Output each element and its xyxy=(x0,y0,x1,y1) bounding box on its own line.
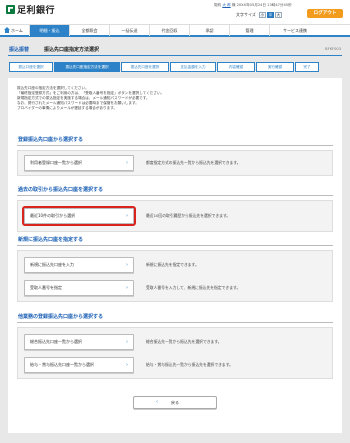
user-name: 大 郎 xyxy=(222,3,231,7)
chevron-right-icon: › xyxy=(126,339,128,345)
main-content: 振込先口座の指定方法を選択してください。 「最終指定登録方式」をご利用の方は、「… xyxy=(8,78,342,433)
last-login: 20XX年05月24日 13時47分45秒 xyxy=(236,3,292,7)
user-prefix: 契約 xyxy=(214,3,222,7)
option-row: 最近10件の取引から選択 › 最近10回の取引履歴から振込先を選択できます。 xyxy=(22,206,324,226)
section-other: 総合振込先口座一覧から選択 › 総合振込先一覧から振込先を選択できます。 給与・… xyxy=(17,327,333,379)
nav-item-home[interactable]: ホーム xyxy=(0,25,30,36)
recent-10-transactions-button[interactable]: 最近10件の取引から選択 › xyxy=(22,206,136,226)
title-divider xyxy=(8,55,342,56)
salary-bonus-list-button[interactable]: 給与・賞与振込先口座一覧から選択 › xyxy=(24,357,134,373)
step-5: 内容確認 xyxy=(217,62,255,72)
recent-10-transactions-label: 最近10件の取引から選択 xyxy=(30,213,76,218)
intro-text: 振込先口座の指定方法を選択してください。 「最終指定登録方式」をご利用の方は、「… xyxy=(17,86,327,111)
bank-logo: 足利銀行 xyxy=(6,3,55,16)
new-account-input-label: 新規に振込先口座を入力 xyxy=(30,262,74,267)
section-history: 最近10件の取引から選択 › 最近10回の取引履歴から振込先を選択できます。 xyxy=(17,200,333,232)
option-row: 受取人番号を指定 › 受取人番号を入力して、新規に振込先を指定できます。 xyxy=(24,280,324,296)
general-transfer-list-label: 総合振込先口座一覧から選択 xyxy=(30,339,82,344)
nav-item-inquiry[interactable]: 全都照会 xyxy=(70,25,110,36)
recent-10-transactions-desc: 最近10回の取引履歴から振込先を選択できます。 xyxy=(146,213,231,218)
chevron-right-icon: › xyxy=(126,285,128,291)
step-indicator: 振込口座を選択 振込先口座指定方法を選択 振込先口座を選択 支払金額を入力 内容… xyxy=(9,62,341,72)
recipient-number-label: 受取人番号を指定 xyxy=(30,285,62,290)
registered-accounts-button[interactable]: 利用者登録口座一覧から選択 › xyxy=(24,155,134,171)
salary-bonus-list-desc: 給与・賞与振込先一覧から振込先を選択できます。 xyxy=(146,362,233,367)
nav-item-home-label: ホーム xyxy=(11,28,23,33)
section-title-history: 過去の取引から振込先口座を選択する xyxy=(17,186,333,196)
font-size-switcher: 文字サイズ 小 中 大 xyxy=(236,12,282,18)
font-size-small-button[interactable]: 小 xyxy=(258,12,266,18)
font-size-large-button[interactable]: 大 xyxy=(274,12,282,18)
option-row: 給与・賞与振込先口座一覧から選択 › 給与・賞与振込先一覧から振込先を選択できま… xyxy=(24,357,324,373)
screen-id: BFKF003 xyxy=(325,47,341,51)
back-label: 戻る xyxy=(171,400,179,405)
new-account-input-desc: 新規に振込先を指定できます。 xyxy=(146,262,199,267)
chevron-right-icon: › xyxy=(126,160,128,166)
global-nav: ホーム 明細・振込 全都照会 一括伝送 代金回収 承認 管理 サービス連携 xyxy=(0,24,350,37)
logout-button[interactable]: ログアウト xyxy=(307,9,343,18)
section-registered: 利用者登録口座一覧から選択 › 都度指定方式の振込先一覧から振込先を選択できます… xyxy=(17,150,333,176)
step-3: 振込先口座を選択 xyxy=(121,62,169,72)
user-info: 契約 大 郎 様 20XX年05月24日 13時47分45秒 xyxy=(214,3,292,8)
option-row: 総合振込先口座一覧から選択 › 総合振込先一覧から振込先を選択できます。 xyxy=(24,334,324,350)
step-1: 振込口座を選択 xyxy=(9,62,53,72)
chevron-right-icon: › xyxy=(126,213,128,219)
salary-bonus-list-label: 給与・賞与振込先口座一覧から選択 xyxy=(30,362,94,367)
font-size-label: 文字サイズ xyxy=(236,12,256,17)
font-size-medium-button[interactable]: 中 xyxy=(266,12,274,18)
new-account-input-button[interactable]: 新規に振込先口座を入力 › xyxy=(24,257,134,273)
user-suffix: 様 xyxy=(231,3,236,7)
section-title-registered: 登録振込先口座から選択する xyxy=(17,136,333,146)
step-2: 振込先口座指定方法を選択 xyxy=(54,62,120,72)
general-transfer-list-button[interactable]: 総合振込先口座一覧から選択 › xyxy=(24,334,134,350)
section-title-other: 他業務の登録振込先口座から選択する xyxy=(17,313,333,323)
section-new: 新規に振込先口座を入力 › 新規に振込先を指定できます。 受取人番号を指定 › … xyxy=(17,250,333,302)
registered-accounts-label: 利用者登録口座一覧から選択 xyxy=(30,160,82,165)
page-title: 振込先口座指定方法選択 xyxy=(44,47,100,53)
intro-line-5: プロバイダーの事情によりメールが遅延する場合があります。 xyxy=(17,106,118,110)
header: 足利銀行 契約 大 郎 様 20XX年05月24日 13時47分45秒 文字サイ… xyxy=(0,0,350,24)
nav-item-bulk[interactable]: 一括伝送 xyxy=(110,25,150,36)
step-6: 実行確認 xyxy=(256,62,294,72)
nav-item-service[interactable]: サービス連携 xyxy=(270,25,320,36)
option-row: 利用者登録口座一覧から選択 › 都度指定方式の振込先一覧から振込先を選択できます… xyxy=(24,155,324,171)
chevron-right-icon: › xyxy=(126,262,128,268)
general-transfer-list-desc: 総合振込先一覧から振込先を選択できます。 xyxy=(146,339,222,344)
chevron-left-icon: ‹ xyxy=(156,399,158,405)
page-section: 振込振替 xyxy=(9,47,30,53)
home-icon xyxy=(4,27,10,33)
bank-logo-icon xyxy=(6,5,15,14)
recipient-number-button[interactable]: 受取人番号を指定 › xyxy=(24,280,134,296)
recipient-number-desc: 受取人番号を入力して、新規に振込先を指定できます。 xyxy=(146,285,241,290)
step-7: 完了 xyxy=(295,62,319,72)
back-button[interactable]: ‹ 戻る xyxy=(133,396,217,409)
chevron-right-icon: › xyxy=(126,362,128,368)
nav-item-admin[interactable]: 管理 xyxy=(230,25,270,36)
bank-name: 足利銀行 xyxy=(17,6,56,16)
registered-accounts-desc: 都度指定方式の振込先一覧から振込先を選択できます。 xyxy=(146,160,241,165)
nav-item-transfer[interactable]: 明細・振込 xyxy=(30,25,70,36)
nav-item-collection[interactable]: 代金回収 xyxy=(150,25,190,36)
section-title-new: 新規に振込先口座を指定する xyxy=(17,236,333,246)
option-row: 新規に振込先口座を入力 › 新規に振込先を指定できます。 xyxy=(24,257,324,273)
step-4: 支払金額を入力 xyxy=(170,62,216,72)
nav-item-approval[interactable]: 承認 xyxy=(190,25,230,36)
